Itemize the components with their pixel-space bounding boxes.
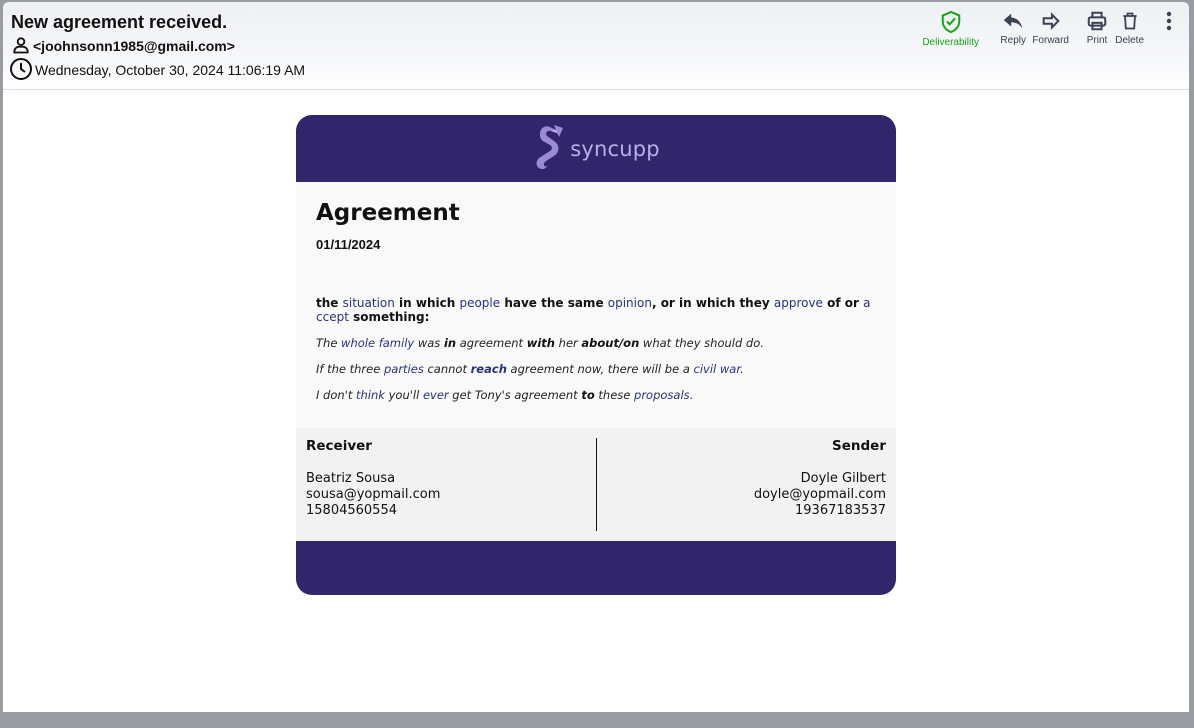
received-date: Wednesday, October 30, 2024 11:06:19 AM [35,62,306,78]
from-row: <joohnsonn1985@gmail.com> [11,36,235,56]
definition-part: the [316,296,343,310]
word-link[interactable]: think [356,388,385,402]
info-divider [596,438,597,531]
word-link[interactable]: approve [774,296,823,310]
example-part: these [594,388,635,402]
more-options-button[interactable] [1165,10,1173,35]
example-part: what they should do. [639,336,764,350]
example-part: cannot [423,362,471,376]
example-part: If the three [316,362,384,376]
agreement-date: 01/11/2024 [316,237,381,252]
reply-button[interactable]: Reply [1000,10,1026,46]
example-part: agreement [456,336,527,350]
sender-label: Sender [832,438,886,454]
brand-header: syncupp [296,115,896,182]
person-icon [11,35,33,58]
receiver-phone: 15804560554 [306,503,397,518]
definition-text: the situation in which people have the s… [316,296,876,324]
word-link[interactable]: civil war [694,362,741,376]
definition-part: have the same [500,296,608,310]
date-row: Wednesday, October 30, 2024 11:06:19 AM [9,57,306,84]
example-part: The [316,336,342,350]
parties-info: Receiver Beatriz Sousa sousa@yopmail.com… [296,428,896,541]
example-part: I don't [316,388,356,402]
from-address: <joohnsonn1985@gmail.com> [33,38,235,54]
receiver-name: Beatriz Sousa [306,471,396,486]
example-emphasis: to [581,388,595,402]
word-link[interactable]: situation [343,296,395,310]
brand-name: syncupp [570,136,660,161]
sender-name: Doyle Gilbert [800,471,886,486]
email-subject: New agreement received. [11,12,228,32]
example-part: . [689,388,694,402]
email-card: syncupp Agreement 01/11/2024 the situati… [296,115,896,595]
example-part: get Tony's agreement [448,388,582,402]
example-part: . [740,362,744,376]
example-sentence-2: If the three parties cannot reach agreem… [316,362,876,376]
word-link[interactable]: opinion [608,296,652,310]
definition-part: , or in which they [651,296,774,310]
brand-footer [296,541,896,595]
word-link[interactable]: reach [471,362,507,376]
definition-part: something: [348,310,430,324]
delete-button[interactable]: Delete [1115,10,1144,46]
clock-icon [9,57,35,84]
example-part: agreement now, there will be a [506,362,694,376]
example-sentence-1: The whole family was in agreement with h… [316,336,876,350]
word-link[interactable]: whole family [341,336,414,350]
reply-label: Reply [1000,35,1026,46]
sender-block: Sender Doyle Gilbert doyle@yopmail.com 1… [754,438,886,519]
receiver-email: sousa@yopmail.com [306,487,441,502]
example-sentence-3: I don't think you'll ever get Tony's agr… [316,388,876,402]
example-part: was [414,336,444,350]
syncupp-logo-icon [532,121,566,176]
example-emphasis: with [526,336,555,350]
example-emphasis: about/on [581,336,640,350]
forward-button[interactable]: Forward [1032,10,1069,46]
word-link[interactable]: proposals [634,388,690,402]
definition-part: in which [394,296,460,310]
forward-label: Forward [1032,35,1069,46]
delete-label: Delete [1115,35,1144,46]
email-header: New agreement received. <joohnsonn1985@g… [3,2,1189,90]
email-body: Agreement 01/11/2024 the situation in wh… [296,182,896,428]
receiver-block: Receiver Beatriz Sousa sousa@yopmail.com… [306,438,440,519]
word-link[interactable]: ever [423,388,449,402]
definition-part: of or [822,296,864,310]
print-button[interactable]: Print [1085,10,1109,46]
example-part: her [555,336,582,350]
word-link[interactable]: parties [384,362,424,376]
sender-email: doyle@yopmail.com [753,487,886,502]
sender-phone: 19367183537 [795,503,886,518]
deliverability-button[interactable]: Deliverability [922,10,979,48]
deliverability-label: Deliverability [922,37,979,48]
print-label: Print [1086,35,1108,46]
email-title: Agreement [316,200,460,226]
example-part: you'll [384,388,423,402]
word-link[interactable]: people [459,296,500,310]
receiver-label: Receiver [306,438,372,454]
example-emphasis: in [443,336,457,350]
email-viewer-window: New agreement received. <joohnsonn1985@g… [3,2,1189,712]
